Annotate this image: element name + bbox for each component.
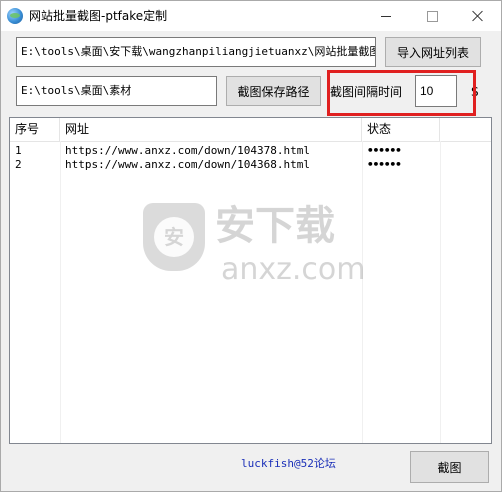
watermark-logo: 安 安下载 anxz.com bbox=[143, 203, 383, 293]
maximize-icon bbox=[426, 10, 438, 22]
watermark-subtitle: anxz.com bbox=[221, 252, 366, 287]
close-icon bbox=[472, 10, 484, 22]
column-divider bbox=[440, 141, 441, 443]
title-bar: 网站批量截图-ptfake定制 bbox=[1, 1, 501, 31]
save-path-input[interactable]: E:\tools\桌面\素材 bbox=[16, 76, 217, 106]
close-button[interactable] bbox=[455, 1, 501, 31]
table-header: 序号 网址 状态 bbox=[10, 118, 491, 142]
highlight-annotation bbox=[327, 70, 476, 116]
column-header-filler bbox=[440, 118, 491, 141]
save-path-button[interactable]: 截图保存路径 bbox=[226, 76, 321, 106]
watermark-title: 安下载 bbox=[215, 203, 335, 249]
minimize-icon bbox=[381, 15, 391, 17]
app-globe-icon bbox=[7, 8, 23, 24]
row-status: •••••• bbox=[367, 144, 402, 157]
watermark-shield-char: 安 bbox=[154, 217, 194, 257]
column-divider bbox=[60, 141, 61, 443]
maximize-button[interactable] bbox=[409, 1, 455, 31]
app-window: 网站批量截图-ptfake定制 E:\tools\桌面\安下载\wangzhan… bbox=[0, 0, 502, 492]
import-url-list-button[interactable]: 导入网址列表 bbox=[385, 37, 481, 67]
row-index: 1 bbox=[15, 144, 22, 157]
row-url: https://www.anxz.com/down/104368.html bbox=[65, 158, 311, 171]
column-header-index[interactable]: 序号 bbox=[10, 118, 60, 141]
column-header-url[interactable]: 网址 bbox=[60, 118, 362, 141]
url-list-path-input[interactable]: E:\tools\桌面\安下载\wangzhanpiliangjietuanxz… bbox=[16, 37, 376, 67]
credit-text: luckfish@52论坛 bbox=[241, 457, 336, 470]
minimize-button[interactable] bbox=[363, 1, 409, 31]
column-header-status[interactable]: 状态 bbox=[362, 118, 440, 141]
row-index: 2 bbox=[15, 158, 22, 171]
table-row[interactable]: 2 https://www.anxz.com/down/104368.html … bbox=[10, 158, 491, 172]
row-status: •••••• bbox=[367, 158, 402, 171]
window-title: 网站批量截图-ptfake定制 bbox=[29, 9, 168, 23]
table-row[interactable]: 1 https://www.anxz.com/down/104378.html … bbox=[10, 144, 491, 158]
capture-button[interactable]: 截图 bbox=[410, 451, 489, 483]
row-url: https://www.anxz.com/down/104378.html bbox=[65, 144, 311, 157]
watermark-shield-icon: 安 bbox=[143, 203, 205, 271]
